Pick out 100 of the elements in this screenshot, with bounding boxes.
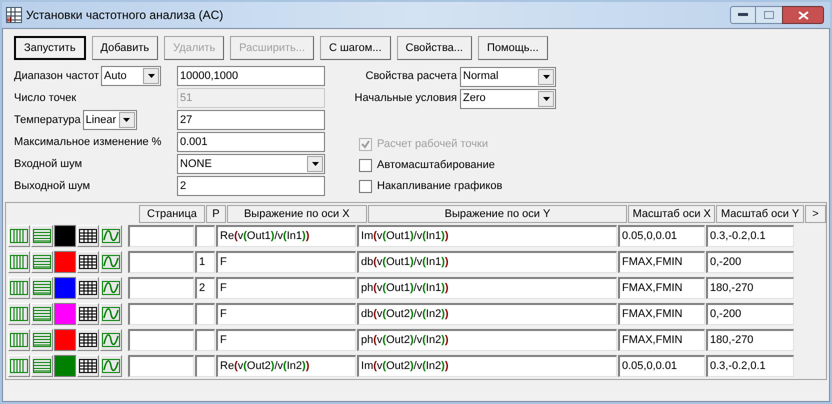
expression-cell[interactable]: F: [216, 303, 356, 325]
table-cell[interactable]: [195, 225, 215, 247]
color-swatch[interactable]: [54, 251, 76, 273]
checkbox[interactable]: [359, 159, 372, 172]
vertical-grid-button[interactable]: [8, 251, 30, 273]
table-cell[interactable]: 0,-200: [706, 251, 794, 273]
table-cell[interactable]: [128, 225, 194, 247]
toolbar-button[interactable]: Запустить: [14, 36, 86, 60]
table-button[interactable]: [77, 303, 99, 325]
dropdown-arrow-icon: [312, 162, 318, 166]
horizontal-grid-button[interactable]: [31, 329, 53, 351]
expression-cell[interactable]: F: [216, 329, 356, 351]
close-button[interactable]: [782, 6, 824, 24]
option-select[interactable]: Normal: [460, 66, 556, 86]
mode-select[interactable]: Linear: [82, 110, 137, 130]
table-cell[interactable]: [195, 303, 215, 325]
table-cell[interactable]: 180,-270: [706, 329, 794, 351]
input-field[interactable]: 10000,1000: [177, 66, 325, 86]
table-cell[interactable]: [128, 251, 194, 273]
horizontal-grid-button[interactable]: [31, 277, 53, 299]
horizontal-grid-icon: [33, 359, 51, 373]
input-field[interactable]: 0.001: [177, 132, 325, 152]
table-cell[interactable]: 0.3,-0.2,0.1: [706, 355, 794, 377]
table-button[interactable]: [77, 251, 99, 273]
table-cell[interactable]: 0,-200: [706, 303, 794, 325]
vertical-grid-button[interactable]: [8, 277, 30, 299]
table-button[interactable]: [77, 329, 99, 351]
expression-cell[interactable]: Re(v(Out1)/v(In1)): [216, 225, 356, 247]
field-label: Выходной шум: [14, 178, 90, 194]
color-swatch[interactable]: [54, 277, 76, 299]
table-grid-icon: [79, 281, 97, 295]
table-cell[interactable]: 180,-270: [706, 277, 794, 299]
vertical-grid-button[interactable]: [8, 329, 30, 351]
curve-button[interactable]: [100, 225, 122, 247]
option-select[interactable]: Zero: [460, 88, 556, 108]
input-field[interactable]: 2: [177, 176, 325, 196]
expression-cell[interactable]: F: [216, 251, 356, 273]
table-cell[interactable]: [128, 303, 194, 325]
expression-cell[interactable]: Im(v(Out1)/v(In1)): [357, 225, 617, 247]
horizontal-grid-button[interactable]: [31, 303, 53, 325]
table-cell[interactable]: [128, 355, 194, 377]
column-header[interactable]: Выражение по оси Y: [368, 205, 628, 223]
table-button[interactable]: [77, 277, 99, 299]
color-swatch[interactable]: [54, 329, 76, 351]
table-cell[interactable]: 0.3,-0.2,0.1: [706, 225, 794, 247]
color-swatch[interactable]: [54, 303, 76, 325]
vertical-grid-icon: [10, 307, 28, 321]
minimize-button[interactable]: [730, 6, 756, 24]
table-cell[interactable]: 0.05,0,0.01: [618, 355, 705, 377]
input-field[interactable]: 27: [177, 110, 325, 130]
table-cell[interactable]: FMAX,FMIN: [618, 303, 705, 325]
wave-icon: [102, 333, 120, 347]
toolbar-button[interactable]: Помощь...: [478, 36, 548, 60]
column-header[interactable]: Выражение по оси X: [226, 205, 367, 223]
table-cell[interactable]: [128, 329, 194, 351]
expression-cell[interactable]: Re(v(Out2)/v(In2)): [216, 355, 356, 377]
table-cell[interactable]: [128, 277, 194, 299]
curve-button[interactable]: [100, 329, 122, 351]
vertical-grid-button[interactable]: [8, 355, 30, 377]
horizontal-grid-button[interactable]: [31, 355, 53, 377]
column-header[interactable]: Страница: [139, 205, 205, 223]
expression-cell[interactable]: db(v(Out2)/v(In2)): [357, 303, 617, 325]
table-cell[interactable]: 2: [195, 277, 215, 299]
table-cell[interactable]: 1: [195, 251, 215, 273]
vertical-grid-button[interactable]: [8, 225, 30, 247]
table-cell[interactable]: [195, 355, 215, 377]
table-button[interactable]: [77, 225, 99, 247]
table-button[interactable]: [77, 355, 99, 377]
vertical-grid-icon: [10, 255, 28, 269]
expression-cell[interactable]: F: [216, 277, 356, 299]
curve-button[interactable]: [100, 277, 122, 299]
table-cell[interactable]: FMAX,FMIN: [618, 277, 705, 299]
column-header[interactable]: Масштаб оси Y: [716, 205, 804, 223]
curve-button[interactable]: [100, 251, 122, 273]
table-cell[interactable]: FMAX,FMIN: [618, 329, 705, 351]
curve-button[interactable]: [100, 303, 122, 325]
table-cell[interactable]: [195, 329, 215, 351]
value-select[interactable]: NONE: [177, 154, 325, 174]
checkbox[interactable]: [359, 180, 372, 193]
expression-cell[interactable]: Im(v(Out2)/v(In2)): [357, 355, 617, 377]
toolbar-button[interactable]: Свойства...: [396, 36, 472, 60]
table-cell[interactable]: FMAX,FMIN: [618, 251, 705, 273]
table-cell[interactable]: 0.05,0,0.01: [618, 225, 705, 247]
column-header[interactable]: Масштаб оси X: [628, 205, 716, 223]
dropdown-arrow-icon: [123, 118, 130, 122]
toolbar-button[interactable]: Добавить: [92, 36, 158, 60]
color-swatch[interactable]: [54, 355, 76, 377]
expression-cell[interactable]: db(v(Out1)/v(In1)): [357, 251, 617, 273]
color-swatch[interactable]: [54, 225, 76, 247]
curve-button[interactable]: [100, 355, 122, 377]
expression-cell[interactable]: ph(v(Out2)/v(In2)): [357, 329, 617, 351]
expression-cell[interactable]: ph(v(Out1)/v(In1)): [357, 277, 617, 299]
vertical-grid-button[interactable]: [8, 303, 30, 325]
horizontal-grid-button[interactable]: [31, 225, 53, 247]
column-header[interactable]: P: [206, 205, 226, 223]
vertical-grid-icon: [10, 333, 28, 347]
mode-select[interactable]: Auto: [101, 66, 162, 86]
toolbar-button[interactable]: С шагом...: [320, 36, 390, 60]
horizontal-grid-button[interactable]: [31, 251, 53, 273]
more-columns-button[interactable]: >: [805, 205, 826, 223]
